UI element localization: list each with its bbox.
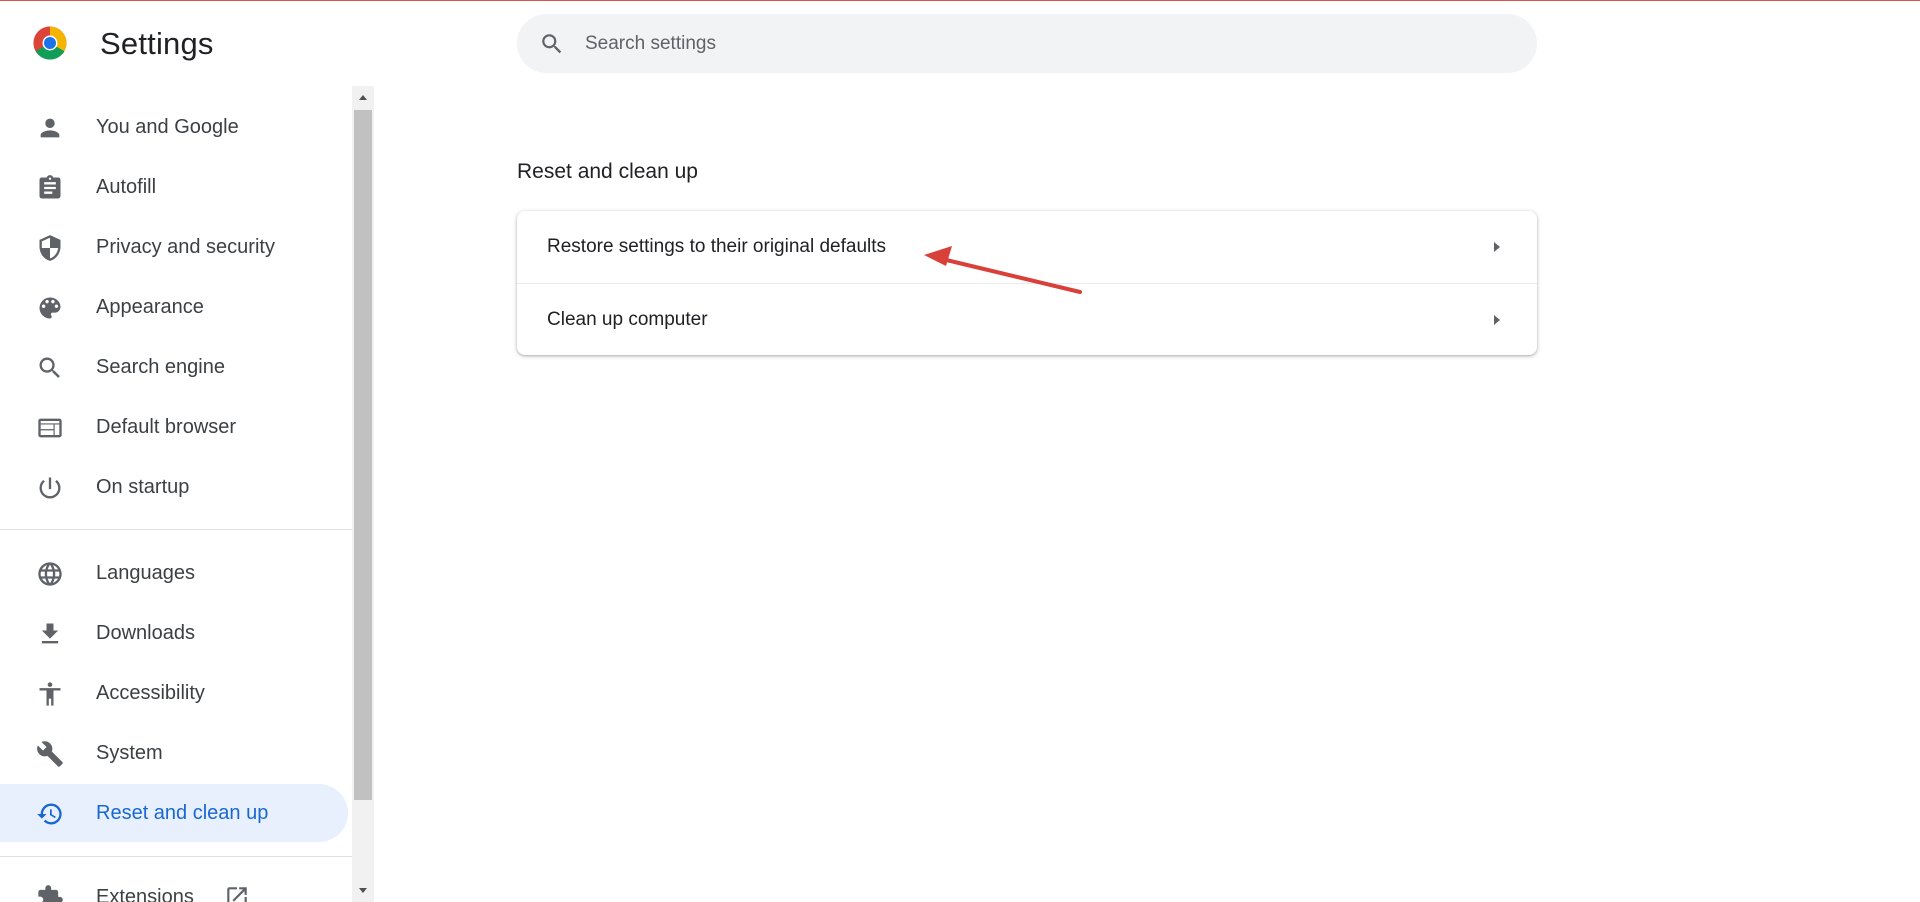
sidebar-item-you-and-google[interactable]: You and Google (0, 98, 348, 156)
sidebar-divider (0, 529, 352, 530)
sidebar-item-label: Reset and clean up (96, 802, 269, 824)
row-label: Restore settings to their original defau… (547, 236, 887, 257)
search-input[interactable] (585, 14, 1485, 73)
sidebar-item-label: Languages (96, 562, 195, 584)
globe-icon (38, 562, 62, 586)
shield-icon (39, 235, 61, 261)
sidebar-item-languages[interactable]: Languages (0, 544, 348, 602)
chrome-logo-icon (33, 26, 67, 60)
restore-defaults-row[interactable]: Restore settings to their original defau… (517, 211, 1537, 283)
download-icon (41, 623, 59, 644)
clipboard-icon (39, 175, 61, 199)
accessibility-icon (39, 682, 61, 706)
sidebar-item-default-browser[interactable]: Default browser (0, 398, 348, 456)
sidebar-item-on-startup[interactable]: On startup (0, 458, 348, 516)
search-icon (542, 34, 562, 54)
sidebar-item-label: Search engine (96, 356, 225, 378)
header: Settings (0, 1, 1920, 85)
sidebar-item-label: System (96, 742, 163, 764)
person-icon (40, 118, 60, 138)
search-box[interactable] (517, 14, 1537, 73)
sidebar-item-label: On startup (96, 476, 190, 498)
search-icon (39, 357, 60, 378)
sidebar-scrollbar[interactable] (352, 86, 374, 902)
page-title: Settings (100, 26, 214, 61)
sidebar-item-label: Autofill (96, 176, 157, 198)
sidebar-item-reset-and-clean-up[interactable]: Reset and clean up (0, 784, 348, 842)
sidebar-item-privacy-and-security[interactable]: Privacy and security (0, 218, 348, 276)
puzzle-icon (38, 885, 63, 902)
sidebar-item-extensions[interactable]: Extensions (0, 868, 348, 902)
clean-up-computer-row[interactable]: Clean up computer (517, 283, 1537, 355)
browser-icon (38, 418, 62, 438)
sidebar-item-label: Accessibility (96, 682, 205, 704)
arrow-right-icon (1494, 315, 1500, 325)
scrollbar-thumb[interactable] (354, 110, 372, 800)
wrench-icon (37, 741, 63, 767)
sidebar-item-system[interactable]: System (0, 724, 348, 782)
sidebar-item-accessibility[interactable]: Accessibility (0, 664, 348, 722)
palette-icon (39, 297, 61, 319)
reset-settings-card: Restore settings to their original defau… (517, 211, 1537, 355)
sidebar-item-label: You and Google (96, 116, 239, 138)
sidebar-item-downloads[interactable]: Downloads (0, 604, 348, 662)
scroll-up-arrow-icon[interactable] (352, 86, 374, 108)
row-label: Clean up computer (547, 309, 708, 330)
section-title: Reset and clean up (517, 160, 698, 183)
sidebar-item-label: Privacy and security (96, 236, 275, 258)
sidebar-divider (0, 856, 352, 857)
sidebar-item-label: Extensions (96, 886, 194, 902)
sidebar-item-label: Default browser (96, 416, 237, 438)
sidebar-item-label: Appearance (96, 296, 204, 318)
scroll-down-arrow-icon[interactable] (352, 880, 374, 902)
sidebar: You and Google Autofill Privacy and secu… (0, 86, 352, 902)
arrow-right-icon (1494, 242, 1500, 252)
power-icon (39, 477, 61, 499)
open-in-new-icon (227, 887, 247, 902)
sidebar-item-label: Downloads (96, 622, 195, 644)
sidebar-item-appearance[interactable]: Appearance (0, 278, 348, 336)
sidebar-item-search-engine[interactable]: Search engine (0, 338, 348, 396)
history-icon (37, 803, 62, 825)
sidebar-item-autofill[interactable]: Autofill (0, 158, 348, 216)
